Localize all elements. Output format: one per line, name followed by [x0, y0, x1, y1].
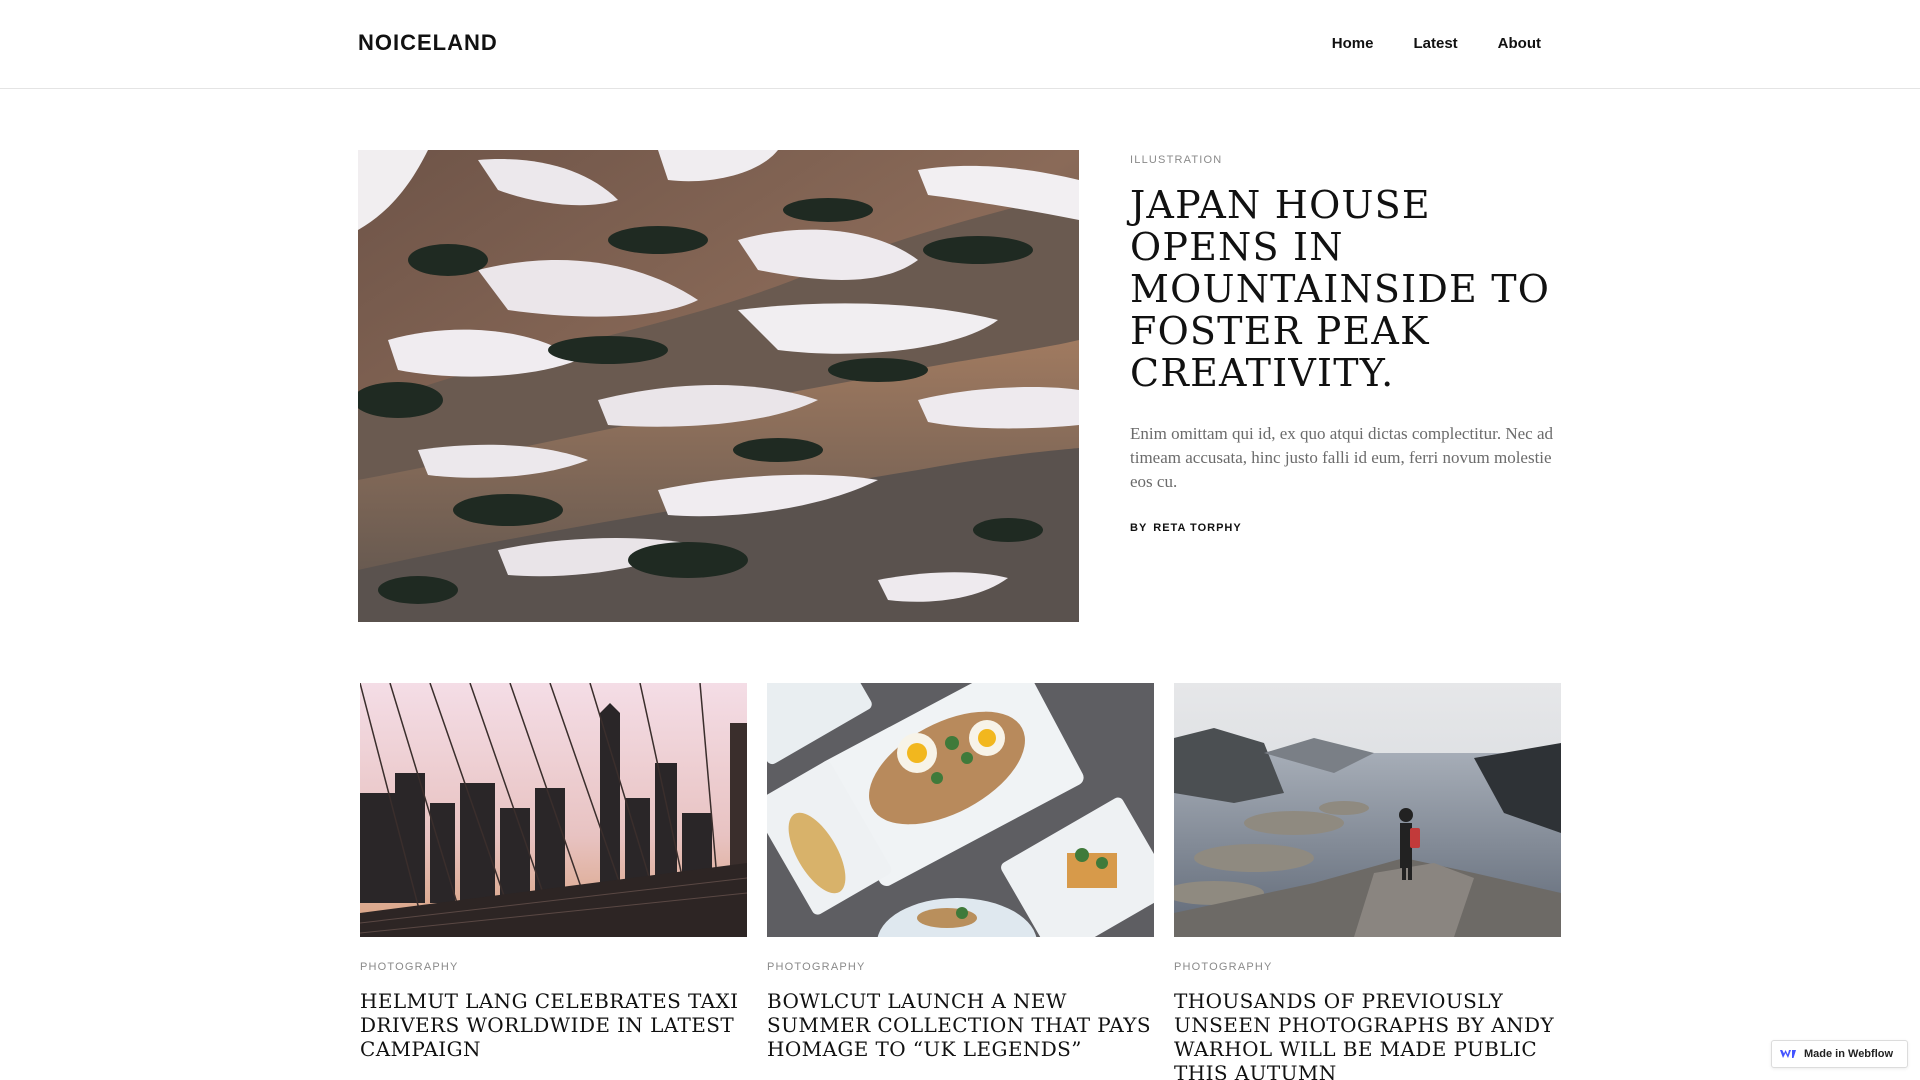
featured-byline: BY RETA TORPHY	[1130, 522, 1570, 534]
site-header: NOICELAND Home Latest About	[0, 0, 1920, 89]
article-card[interactable]: PHOTOGRAPHY HELMUT LANG CELEBRATES TAXI …	[360, 683, 747, 1061]
article-title[interactable]: THOUSANDS OF PREVIOUSLY UNSEEN PHOTOGRAP…	[1174, 989, 1561, 1080]
article-category[interactable]: PHOTOGRAPHY	[1174, 961, 1561, 973]
author-name[interactable]: RETA TORPHY	[1153, 522, 1241, 534]
article-category[interactable]: PHOTOGRAPHY	[767, 961, 1154, 973]
nav-about[interactable]: About	[1498, 35, 1541, 52]
badge-label: Made in Webflow	[1804, 1048, 1894, 1060]
hiker-fjord-image	[1174, 683, 1561, 937]
city-bridge-image	[360, 683, 747, 937]
article-category[interactable]: PHOTOGRAPHY	[360, 961, 747, 973]
webflow-logo-icon	[1780, 1050, 1796, 1058]
featured-summary: Enim omittam qui id, ex quo atqui dictas…	[1130, 424, 1554, 491]
article-title[interactable]: HELMUT LANG CELEBRATES TAXI DRIVERS WORL…	[360, 989, 747, 1061]
byline-prefix: BY	[1130, 522, 1148, 534]
article-card[interactable]: PHOTOGRAPHY THOUSANDS OF PREVIOUSLY UNSE…	[1174, 683, 1561, 1080]
food-plates-image	[767, 683, 1154, 937]
article-thumbnail[interactable]	[1174, 683, 1561, 937]
mountain-landscape-image	[358, 150, 1079, 622]
article-thumbnail[interactable]	[767, 683, 1154, 937]
featured-article: ILLUSTRATION JAPAN HOUSE OPENS IN MOUNTA…	[1130, 154, 1570, 534]
article-thumbnail[interactable]	[360, 683, 747, 937]
featured-image[interactable]	[358, 150, 1079, 622]
nav-latest[interactable]: Latest	[1413, 35, 1457, 52]
site-logo[interactable]: NOICELAND	[358, 30, 498, 56]
nav-home[interactable]: Home	[1332, 35, 1374, 52]
article-card[interactable]: PHOTOGRAPHY BOWLCUT LAUNCH A NEW SUMMER …	[767, 683, 1154, 1061]
featured-title[interactable]: JAPAN HOUSE OPENS IN MOUNTAINSIDE TO FOS…	[1130, 184, 1570, 394]
main-nav: Home Latest About	[1332, 35, 1541, 52]
made-in-webflow-badge[interactable]: Made in Webflow	[1771, 1040, 1908, 1068]
article-title[interactable]: BOWLCUT LAUNCH A NEW SUMMER COLLECTION T…	[767, 989, 1154, 1061]
featured-category[interactable]: ILLUSTRATION	[1130, 154, 1570, 166]
